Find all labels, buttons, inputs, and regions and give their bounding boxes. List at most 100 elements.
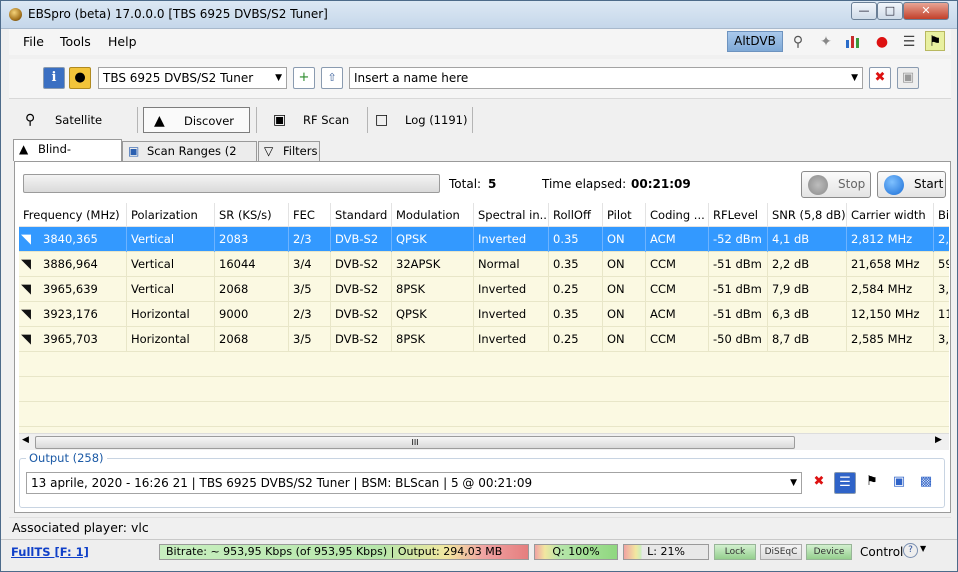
output-group: Output (258) 13 aprile, 2020 - 16:26 21 … xyxy=(19,451,945,508)
total-label: Total: xyxy=(449,177,482,191)
tab-blind-scanner[interactable]: ▲ Blind-Scanner xyxy=(13,139,122,174)
table-row[interactable]: ◥ 3965,703 Horizontal 2068 3/5 DVB-S2 8PSK Inve… xyxy=(19,327,949,352)
scroll-left-icon[interactable]: ◀ xyxy=(22,435,29,445)
flag-icon[interactable]: ⚑ xyxy=(861,472,883,494)
chart-icon[interactable] xyxy=(843,32,863,52)
table-cell: 6,3 dB xyxy=(768,302,847,327)
maximize-button[interactable]: □ xyxy=(877,2,903,20)
table-cell: 0.35 xyxy=(549,302,603,327)
search-icon[interactable]: ⚲ xyxy=(788,32,808,52)
info-icon[interactable]: i xyxy=(43,67,65,89)
table-cell: -51 dBm xyxy=(709,277,768,302)
tuner-select[interactable]: TBS 6925 DVBS/S2 Tuner ▼ xyxy=(98,67,287,89)
column-header[interactable]: Standard xyxy=(331,203,392,227)
table-cell: 12,150 MHz xyxy=(847,302,934,327)
chevron-down-icon: ▼ xyxy=(851,73,858,83)
table-cell: Inverted xyxy=(474,327,549,352)
table-cell: Inverted xyxy=(474,302,549,327)
details-view-icon[interactable]: ☰ xyxy=(834,472,856,494)
column-header[interactable]: SNR (5,8 dB) xyxy=(768,203,847,227)
table-cell: 3,( xyxy=(934,277,949,302)
tab-filters[interactable]: ▽ Filters xyxy=(258,141,320,161)
delete-icon[interactable]: ✖ xyxy=(869,67,891,89)
column-header[interactable]: Pilot xyxy=(603,203,646,227)
column-header[interactable]: RollOff xyxy=(549,203,603,227)
table-cell: 0.35 xyxy=(549,227,603,252)
play-icon xyxy=(884,175,904,195)
tab-satellite[interactable]: ⚲ Satellite (0.0E) xyxy=(15,107,133,153)
total-value: 5 xyxy=(488,177,497,191)
table-cell: 16044 xyxy=(215,252,289,277)
flag-icon[interactable]: ⚑ xyxy=(925,31,945,51)
column-header[interactable]: RFLevel xyxy=(709,203,768,227)
tab-scan-ranges[interactable]: ▣ Scan Ranges (2 of 2) xyxy=(122,141,257,176)
elapsed-value: 00:21:09 xyxy=(631,177,691,191)
lock-icon[interactable]: ● xyxy=(69,67,91,89)
scroll-right-icon[interactable]: ▶ xyxy=(935,435,942,445)
save-icon[interactable]: ▣ xyxy=(897,67,919,89)
record-icon[interactable]: ● xyxy=(872,32,892,52)
column-header[interactable]: Modulation xyxy=(392,203,474,227)
column-header[interactable]: Polarization xyxy=(127,203,215,227)
column-header[interactable]: Frequency (MHz) xyxy=(19,203,127,227)
dish-icon: ◥ xyxy=(21,282,31,297)
satellite-icon[interactable]: ✦ xyxy=(816,32,836,52)
table-cell: Vertical xyxy=(127,252,215,277)
table-row[interactable]: ◥ 3965,639 Vertical 2068 3/5 DVB-S2 8PSK Invert… xyxy=(19,277,949,302)
stop-button-label: Stop xyxy=(838,177,866,191)
chevron-down-icon[interactable]: ▼ xyxy=(920,544,926,553)
column-header[interactable]: FEC xyxy=(289,203,331,227)
clear-output-icon[interactable]: ✖ xyxy=(808,472,830,494)
tv-icon[interactable]: ▩ xyxy=(915,472,937,494)
transponder-grid[interactable]: Frequency (MHz) Polarization SR (KS/s) FEC S… xyxy=(19,203,949,436)
start-button[interactable]: Start xyxy=(877,171,946,198)
tab-discover[interactable]: ▲ Discover (5) xyxy=(143,107,250,154)
import-icon[interactable]: ⇧ xyxy=(321,67,343,89)
control-help-icon[interactable]: ? xyxy=(903,543,918,558)
table-row[interactable]: ◥ 3923,176 Horizontal 9000 2/3 DVB-S2 QPSK Inve… xyxy=(19,302,949,327)
window-title: EBSpro (beta) 17.0.0.0 [TBS 6925 DVBS/S2… xyxy=(28,7,328,21)
output-select[interactable]: 13 aprile, 2020 - 16:26 21 | TBS 6925 DV… xyxy=(26,472,802,494)
scroll-thumb[interactable]: III xyxy=(35,436,795,449)
table-cell: 2,2 dB xyxy=(768,252,847,277)
fullts-link[interactable]: FullTS [F: 1] xyxy=(11,545,89,559)
table-row[interactable]: ◥ 3886,964 Vertical 16044 3/4 DVB-S2 32APSK Nor… xyxy=(19,252,949,277)
tuner-select-value: TBS 6925 DVBS/S2 Tuner xyxy=(103,71,254,85)
close-button[interactable]: ✕ xyxy=(903,2,949,20)
horizontal-scrollbar[interactable]: ◀ III ▶ xyxy=(19,433,949,450)
menu-help[interactable]: Help xyxy=(108,34,137,49)
app-logo-icon xyxy=(9,8,22,21)
name-input[interactable]: Insert a name here ▼ xyxy=(349,67,863,89)
table-cell: DVB-S2 xyxy=(331,327,392,352)
table-cell: QPSK xyxy=(392,302,474,327)
add-icon[interactable]: + xyxy=(293,67,315,89)
table-cell: 0.25 xyxy=(549,327,603,352)
minimize-button[interactable]: — xyxy=(851,2,877,20)
tab-rfscan[interactable]: ▣ RF Scan xyxy=(263,107,363,133)
menu-file[interactable]: File xyxy=(23,34,44,49)
save-icon[interactable]: ▣ xyxy=(888,472,910,494)
column-header[interactable]: Carrier width xyxy=(847,203,934,227)
table-row[interactable]: ◥ 3840,365 Vertical 2083 2/3 DVB-S2 QPSK Invert… xyxy=(19,227,949,252)
device-indicator: Device xyxy=(806,544,852,560)
monitor-icon: ▣ xyxy=(273,112,287,128)
column-header[interactable]: Bi xyxy=(934,203,949,227)
table-cell: Inverted xyxy=(474,227,549,252)
output-legend: Output (258) xyxy=(26,451,107,465)
table-cell: Normal xyxy=(474,252,549,277)
tab-log-label: Log (1191) xyxy=(405,113,468,127)
tab-log[interactable]: □ Log (1191) xyxy=(365,107,471,133)
column-header[interactable]: SR (KS/s) xyxy=(215,203,289,227)
altdvb-button[interactable]: AltDVB xyxy=(727,31,783,52)
list-icon[interactable]: ☰ xyxy=(899,32,919,52)
table-cell: ON xyxy=(603,227,646,252)
bitrate-meter: Bitrate: ~ 953,95 Kbps (of 953,95 Kbps) … xyxy=(159,544,529,560)
tab-separator xyxy=(472,107,473,133)
quality-meter: Q: 100% xyxy=(534,544,618,560)
column-header[interactable]: Coding ... xyxy=(646,203,709,227)
table-cell: Vertical xyxy=(127,277,215,302)
table-cell: ON xyxy=(603,302,646,327)
stop-button[interactable]: Stop xyxy=(801,171,871,198)
menu-tools[interactable]: Tools xyxy=(60,34,91,49)
column-header[interactable]: Spectral in... xyxy=(474,203,549,227)
